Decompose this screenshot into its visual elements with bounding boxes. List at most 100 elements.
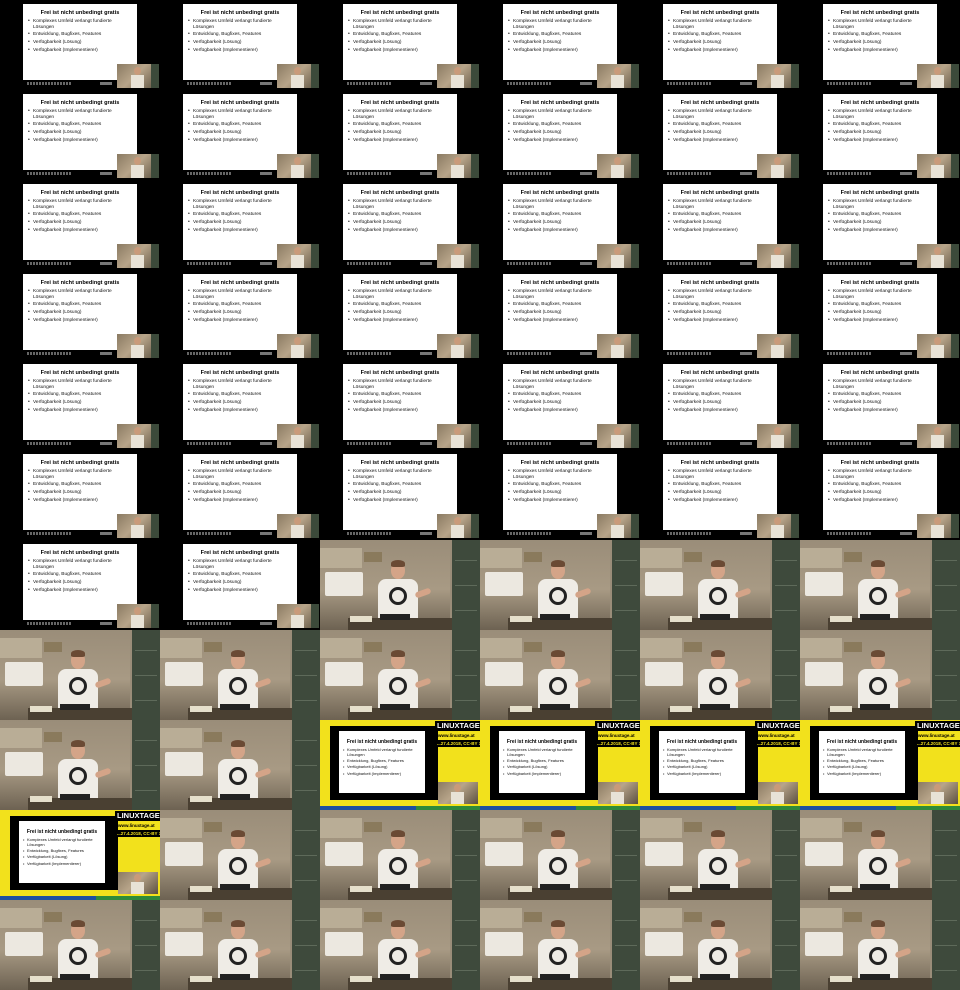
slide-bullet: Verfügbarkeit (Lösung) bbox=[668, 490, 773, 496]
linuxtage-branded-thumbnail: Frei ist nicht unbedingt gratis Komplexe… bbox=[800, 720, 960, 810]
slide-bullet: Entwicklung, Bugfixes, Features bbox=[23, 848, 102, 854]
slide-title: Frei ist nicht unbedingt gratis bbox=[520, 280, 600, 286]
slide-footer-mark bbox=[580, 82, 592, 85]
speaker-hair bbox=[551, 650, 565, 657]
speaker-inset-video bbox=[277, 424, 319, 448]
slide-footer-mark bbox=[260, 352, 272, 355]
speaker-camera-thumbnail bbox=[480, 630, 640, 720]
shelf bbox=[204, 912, 222, 922]
inset-speaker-head bbox=[294, 247, 301, 255]
shelf bbox=[844, 912, 862, 922]
speaker-inset-video bbox=[117, 154, 159, 178]
inset-speaker-body bbox=[451, 435, 464, 448]
slide-bullet: Verfügbarkeit (Implementierer) bbox=[668, 228, 773, 234]
slide-thumbnail: Frei ist nicht unbedingt gratis Komplexe… bbox=[480, 450, 640, 540]
slide-bullet: Komplexes Umfeld verlangt fundierte Lösu… bbox=[668, 379, 773, 390]
slide-footer-text bbox=[667, 172, 712, 175]
papers bbox=[350, 886, 372, 892]
slide-bullet: Verfügbarkeit (Implementierer) bbox=[343, 771, 422, 777]
inset-speaker-body bbox=[611, 165, 624, 178]
slide-footer-mark bbox=[580, 442, 592, 445]
wall-cabinet bbox=[0, 908, 42, 928]
papers bbox=[30, 706, 52, 712]
inset-wall bbox=[951, 514, 959, 538]
slide-bullet: Entwicklung, Bugfixes, Features bbox=[348, 32, 453, 38]
sink bbox=[325, 932, 363, 956]
shelf bbox=[44, 732, 62, 742]
slide-sheet: Frei ist nicht unbedingt gratis Komplexe… bbox=[659, 731, 745, 793]
slide-thumbnail: Frei ist nicht unbedingt gratis Komplexe… bbox=[480, 360, 640, 450]
speaker-hair bbox=[231, 650, 245, 657]
slide-bullet: Verfügbarkeit (Implementierer) bbox=[663, 771, 742, 777]
shelf bbox=[204, 822, 222, 832]
speaker-inset-video bbox=[597, 424, 639, 448]
slide-title: Frei ist nicht unbedingt gratis bbox=[840, 370, 920, 376]
shelf bbox=[524, 822, 542, 832]
shelf bbox=[524, 912, 542, 922]
papers bbox=[830, 706, 852, 712]
sink bbox=[5, 662, 43, 686]
slide-bullet: Entwicklung, Bugfixes, Features bbox=[668, 212, 773, 218]
slide-bullet: Komplexes Umfeld verlangt fundierte Lösu… bbox=[188, 379, 293, 390]
speaker-inset-video bbox=[757, 244, 799, 268]
slide-bullet: Verfügbarkeit (Lösung) bbox=[668, 220, 773, 226]
inset-speaker-body bbox=[131, 345, 144, 358]
inset-speaker-head bbox=[134, 337, 141, 345]
chalkboard bbox=[770, 900, 800, 990]
slide-footer-text bbox=[667, 352, 712, 355]
speaker-hair bbox=[551, 920, 565, 927]
inset-wall bbox=[311, 244, 319, 268]
speaker-hair bbox=[551, 830, 565, 837]
laptop bbox=[220, 884, 250, 890]
slide-thumbnail: Frei ist nicht unbedingt gratis Komplexe… bbox=[320, 180, 480, 270]
wall-cabinet bbox=[800, 548, 842, 568]
tshirt-logo bbox=[709, 947, 727, 965]
slide-bullet-list: Komplexes Umfeld verlangt fundierte Lösu… bbox=[28, 19, 133, 56]
sink bbox=[165, 662, 203, 686]
slide-title: Frei ist nicht unbedingt gratis bbox=[680, 280, 760, 286]
papers bbox=[830, 886, 852, 892]
slide-bullet: Komplexes Umfeld verlangt fundierte Lösu… bbox=[828, 379, 933, 390]
speaker-inset-video bbox=[917, 424, 959, 448]
inset-wall bbox=[631, 154, 639, 178]
slide-sheet: Frei ist nicht unbedingt gratis Komplexe… bbox=[339, 731, 425, 793]
slide-bullet: Entwicklung, Bugfixes, Features bbox=[668, 392, 773, 398]
slide-bullet: Entwicklung, Bugfixes, Features bbox=[668, 302, 773, 308]
slide-bullet: Komplexes Umfeld verlangt fundierte Lösu… bbox=[828, 469, 933, 480]
shelf bbox=[44, 912, 62, 922]
slide-bullet-list: Komplexes Umfeld verlangt fundierte Lösu… bbox=[28, 559, 133, 596]
papers bbox=[830, 616, 852, 622]
slide-title: Frei ist nicht unbedingt gratis bbox=[680, 100, 760, 106]
inset-speaker-head bbox=[614, 337, 621, 345]
slide-footer-text bbox=[507, 532, 552, 535]
linuxtage-url: www.linuxtage.at bbox=[918, 733, 955, 738]
slide-bullet: Verfügbarkeit (Lösung) bbox=[28, 220, 133, 226]
slide-footer-mark bbox=[420, 532, 432, 535]
slide-bullet: Verfügbarkeit (Implementierer) bbox=[28, 228, 133, 234]
slide-bullet: Verfügbarkeit (Lösung) bbox=[23, 855, 102, 860]
slide-bullet: Komplexes Umfeld verlangt fundierte Lösu… bbox=[343, 747, 422, 757]
slide-title: Frei ist nicht unbedingt gratis bbox=[40, 460, 120, 466]
papers bbox=[670, 886, 692, 892]
slide-bullet: Komplexes Umfeld verlangt fundierte Lösu… bbox=[188, 469, 293, 480]
slide-footer-mark bbox=[100, 442, 112, 445]
inset-speaker-body bbox=[771, 255, 784, 268]
inset-speaker-body bbox=[611, 345, 624, 358]
slide-bullet: Entwicklung, Bugfixes, Features bbox=[668, 122, 773, 128]
thumbnail-grid: Frei ist nicht unbedingt gratis Komplexe… bbox=[0, 0, 960, 990]
linuxtage-url: www.linuxtage.at bbox=[438, 733, 475, 738]
slide-bullet-list: Komplexes Umfeld verlangt fundierte Lösu… bbox=[668, 289, 773, 326]
slide-bullet: Verfügbarkeit (Lösung) bbox=[348, 310, 453, 316]
inset-speaker-body bbox=[771, 345, 784, 358]
sink bbox=[485, 932, 523, 956]
chalkboard bbox=[290, 630, 320, 720]
papers bbox=[350, 616, 372, 622]
slide-bullet: Komplexes Umfeld verlangt fundierte Lösu… bbox=[348, 109, 453, 120]
tshirt-logo bbox=[229, 677, 247, 695]
slide-bullet: Entwicklung, Bugfixes, Features bbox=[28, 572, 133, 578]
slide-bullet: Verfügbarkeit (Implementierer) bbox=[188, 408, 293, 414]
slide-bullet: Verfügbarkeit (Implementierer) bbox=[828, 228, 933, 234]
slide-bullet: Verfügbarkeit (Implementierer) bbox=[28, 408, 133, 414]
slide-footer-text bbox=[27, 442, 72, 445]
slide-footer-text bbox=[667, 532, 712, 535]
